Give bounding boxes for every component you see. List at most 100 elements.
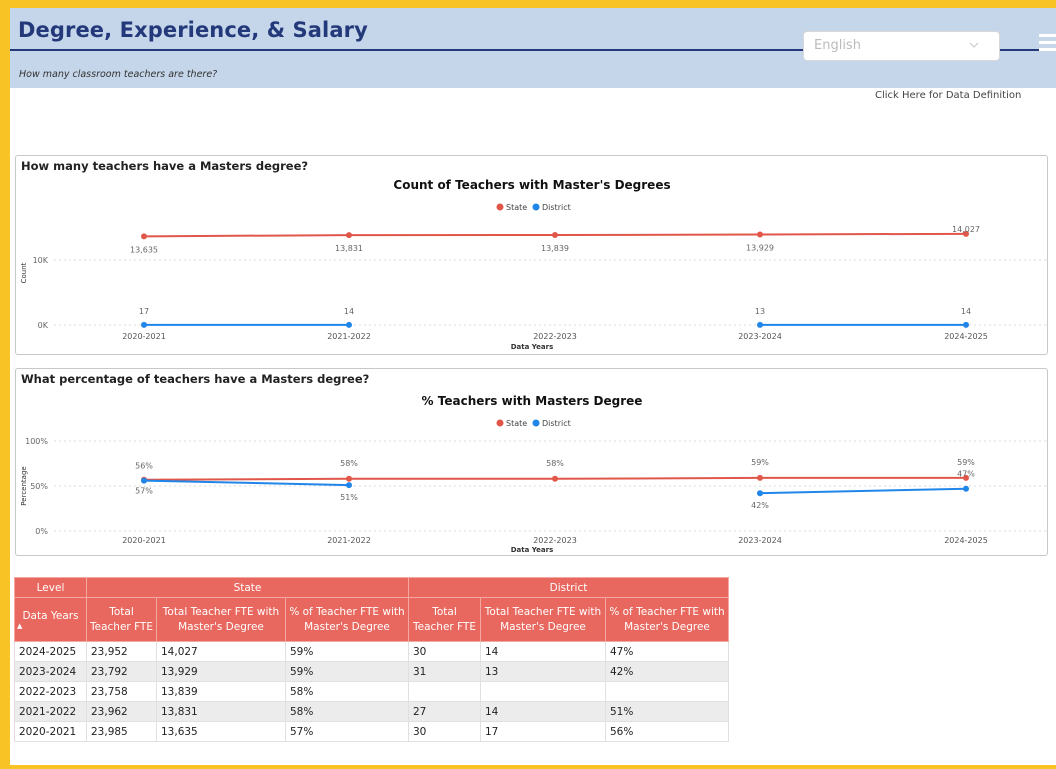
data-label: 58% [340, 459, 358, 468]
x-tick-label: 2020-2021 [122, 536, 166, 545]
column-header[interactable]: Total Teacher FTE with Master's Degree [156, 597, 286, 642]
data-point [757, 231, 763, 238]
x-tick-label: 2020-2021 [122, 332, 166, 341]
data-label: 47% [957, 470, 975, 479]
legend-label: State [506, 419, 527, 428]
column-header[interactable]: Total Teacher FTE [86, 597, 157, 642]
y-tick-label: 50% [30, 482, 48, 491]
data-label: 14 [961, 307, 971, 316]
data-label: 13,839 [541, 244, 569, 253]
table-row[interactable]: 2024-2025 23,952 14,027 59% 30 14 47% [14, 641, 729, 662]
series-line [759, 487, 967, 495]
table-cell: 13,929 [156, 661, 286, 682]
data-point [757, 474, 763, 481]
table-cell: 23,962 [86, 701, 157, 722]
page-subtitle: How many classroom teachers are there? [19, 69, 218, 80]
y-tick-label: 100% [25, 437, 48, 446]
data-label: 59% [957, 458, 975, 467]
y-tick-label: 0% [35, 527, 48, 536]
percent-masters-chart: % Teachers with Masters Degree State Distr… [20, 394, 1046, 554]
data-point [963, 485, 969, 492]
data-point [346, 482, 352, 489]
legend-label: District [542, 203, 571, 212]
chart-title: Count of Teachers with Master's Degrees [393, 178, 670, 192]
x-axis-title: Data Years [511, 343, 554, 351]
table-row[interactable]: 2022-2023 23,758 13,839 58% [14, 681, 729, 702]
legend-marker [496, 419, 504, 427]
data-label: 42% [751, 501, 769, 510]
data-point [963, 321, 969, 328]
table-cell: 57% [285, 721, 409, 742]
data-label: 57% [135, 487, 153, 496]
table-cell: 23,952 [86, 641, 157, 662]
sort-ascending-icon: ▲ [17, 622, 23, 631]
table-cell [605, 681, 729, 702]
column-header[interactable]: Total Teacher FTE with Master's Degree [480, 597, 606, 642]
chart-card-percent: What percentage of teachers have a Maste… [15, 368, 1048, 556]
data-point [346, 321, 352, 328]
y-tick-label: 10K [33, 256, 49, 265]
table-cell: 14,027 [156, 641, 286, 662]
chevron-down-icon [969, 42, 979, 48]
x-tick-label: 2023-2024 [738, 536, 782, 545]
table-cell: 30 [408, 641, 481, 662]
x-tick-label: 2023-2024 [738, 332, 782, 341]
table-cell: 23,792 [86, 661, 157, 682]
y-tick-label: 0K [38, 321, 49, 330]
data-point [757, 321, 763, 328]
series-line [143, 479, 350, 487]
data-point [346, 232, 352, 239]
column-header[interactable]: % of Teacher FTE with Master's Degree [285, 597, 409, 642]
table-cell: 27 [408, 701, 481, 722]
district-group-header: District [408, 577, 729, 598]
legend-marker [532, 419, 540, 427]
table-cell: 14 [480, 641, 606, 662]
column-header[interactable]: Total Teacher FTE [408, 597, 481, 642]
column-header[interactable]: % of Teacher FTE with Master's Degree [605, 597, 729, 642]
y-axis-title: Percentage [20, 466, 28, 505]
data-label: 13,929 [746, 243, 774, 252]
y-axis-title: Count [20, 262, 28, 283]
table-cell: 2021-2022 [14, 701, 87, 722]
column-header-data-years[interactable]: Data Years ▲ [14, 597, 87, 642]
x-tick-label: 2021-2022 [327, 332, 371, 341]
x-tick-label: 2022-2023 [533, 332, 577, 341]
legend-marker [496, 203, 504, 211]
table-cell: 2020-2021 [14, 721, 87, 742]
data-definition-link[interactable]: Click Here for Data Definition [875, 90, 1021, 101]
level-header: Level [14, 577, 87, 598]
x-tick-label: 2024-2025 [944, 536, 988, 545]
data-label: 14,027 [952, 225, 980, 234]
data-label: 13 [755, 307, 765, 316]
table-cell: 2024-2025 [14, 641, 87, 662]
table-row[interactable]: 2021-2022 23,962 13,831 58% 27 14 51% [14, 701, 729, 722]
table-row[interactable]: 2023-2024 23,792 13,929 59% 31 13 42% [14, 661, 729, 682]
table-cell: 23,985 [86, 721, 157, 742]
data-point [141, 233, 147, 240]
chart-card-count: How many teachers have a Masters degree?… [15, 155, 1048, 355]
data-point [552, 232, 558, 239]
table-cell: 56% [605, 721, 729, 742]
table-cell: 59% [285, 641, 409, 662]
table-row[interactable]: 2020-2021 23,985 13,635 57% 30 17 56% [14, 721, 729, 742]
table-cell: 13,831 [156, 701, 286, 722]
legend-label: State [506, 203, 527, 212]
table-cell: 42% [605, 661, 729, 682]
x-tick-label: 2021-2022 [327, 536, 371, 545]
table-cell: 23,758 [86, 681, 157, 702]
table-cell: 17 [480, 721, 606, 742]
language-select[interactable]: English [803, 31, 1000, 61]
hamburger-menu-icon[interactable] [1039, 34, 1056, 56]
table-cell: 30 [408, 721, 481, 742]
table-cell: 13,839 [156, 681, 286, 702]
table-cell: 13,635 [156, 721, 286, 742]
table-cell [408, 681, 481, 702]
table-cell: 58% [285, 701, 409, 722]
table-cell: 47% [605, 641, 729, 662]
legend-label: District [542, 419, 571, 428]
data-point [346, 475, 352, 482]
page-title: Degree, Experience, & Salary [18, 18, 368, 42]
state-group-header: State [86, 577, 409, 598]
data-point [141, 477, 147, 484]
chart-title: % Teachers with Masters Degree [422, 394, 643, 408]
